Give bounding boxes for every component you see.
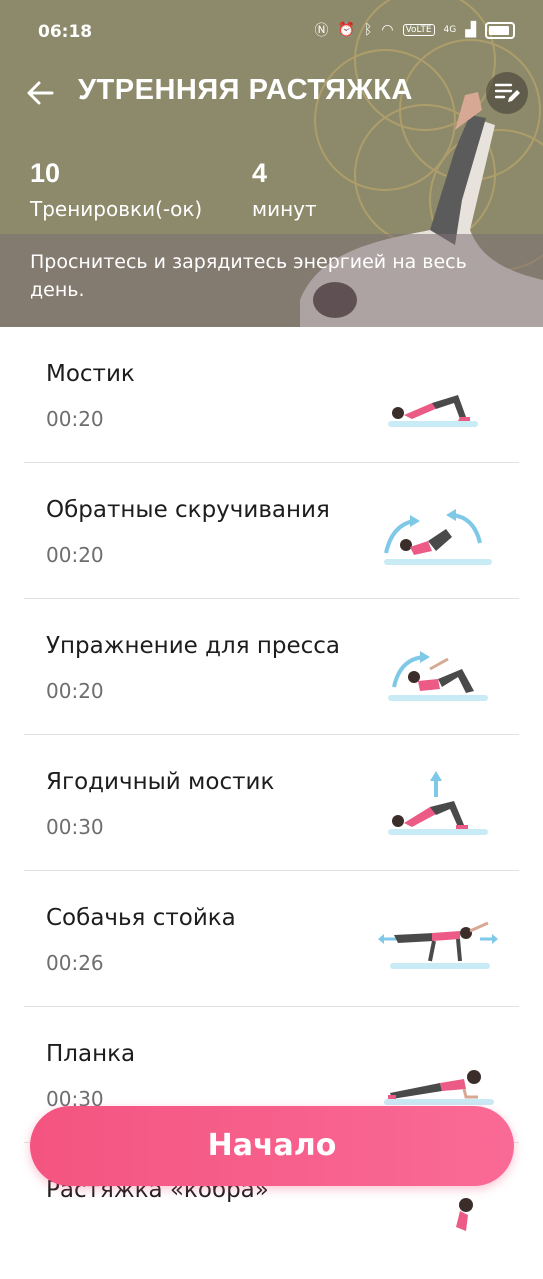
minutes-count: 4 xyxy=(252,158,268,188)
abs-exercise-illustration xyxy=(388,651,488,701)
status-icons: Ⓝ ⏰ ᛒ ◠ VoLTE 4G ▟ xyxy=(315,20,515,40)
exercise-name: Обратные скручивания xyxy=(46,497,330,523)
back-button[interactable] xyxy=(24,76,58,110)
minutes-label: минут xyxy=(252,197,317,221)
arrow-left-icon xyxy=(27,81,54,105)
network-type: 4G xyxy=(443,25,457,35)
alarm-icon: ⏰ xyxy=(337,22,355,38)
status-bar: 06:18 Ⓝ ⏰ ᛒ ◠ VoLTE 4G ▟ xyxy=(0,0,543,62)
battery-icon xyxy=(485,21,515,39)
exercise-duration: 00:26 xyxy=(46,951,104,975)
exercise-row-bridge[interactable]: Мостик 00:20 xyxy=(0,327,543,463)
exercise-name: Мостик xyxy=(46,361,135,387)
exercise-duration: 00:30 xyxy=(46,815,104,839)
exercise-row-reverse-crunch[interactable]: Обратные скручивания 00:20 xyxy=(0,463,543,599)
exercise-row-abs[interactable]: Упражнение для пресса 00:20 xyxy=(0,599,543,735)
bluetooth-icon: ᛒ xyxy=(363,22,373,38)
wifi-icon: ◠ xyxy=(381,22,394,38)
exercise-duration: 00:20 xyxy=(46,407,104,431)
exercise-row-glute-bridge[interactable]: Ягодичный мостик 00:30 xyxy=(0,735,543,871)
workouts-count: 10 xyxy=(30,158,61,188)
start-button[interactable]: Начало xyxy=(30,1106,514,1186)
edit-list-icon xyxy=(495,83,520,102)
page-title: УТРЕННЯЯ РАСТЯЖКА xyxy=(78,74,413,106)
exercise-duration: 00:20 xyxy=(46,679,104,703)
exercise-name: Планка xyxy=(46,1041,136,1067)
edit-list-button[interactable] xyxy=(486,72,528,114)
stat-workouts: 10 Тренировки(-ок) xyxy=(30,158,202,221)
bird-dog-illustration xyxy=(378,921,498,969)
glute-bridge-illustration xyxy=(388,771,488,835)
nfc-icon: Ⓝ xyxy=(314,23,329,39)
exercise-name: Упражнение для пресса xyxy=(46,633,341,659)
status-time: 06:18 xyxy=(38,22,93,42)
workouts-label: Тренировки(-ок) xyxy=(30,197,203,221)
exercise-duration: 00:20 xyxy=(46,543,104,567)
reverse-crunch-illustration xyxy=(384,509,492,565)
volte-icon: VoLTE xyxy=(402,24,435,36)
exercise-row-bird-dog[interactable]: Собачья стойка 00:26 xyxy=(0,871,543,1007)
hero-header: 06:18 Ⓝ ⏰ ᛒ ◠ VoLTE 4G ▟ УТРЕННЯЯ РАСТЯЖ… xyxy=(0,0,543,327)
exercise-name: Собачья стойка xyxy=(46,905,236,931)
exercise-name: Ягодичный мостик xyxy=(46,769,275,795)
workout-description: Проснитесь и зарядитесь энергией на весь… xyxy=(30,251,467,301)
signal-icon: ▟ xyxy=(465,22,476,38)
bridge-illustration xyxy=(388,395,478,427)
stat-minutes: 4 минут xyxy=(252,158,317,221)
